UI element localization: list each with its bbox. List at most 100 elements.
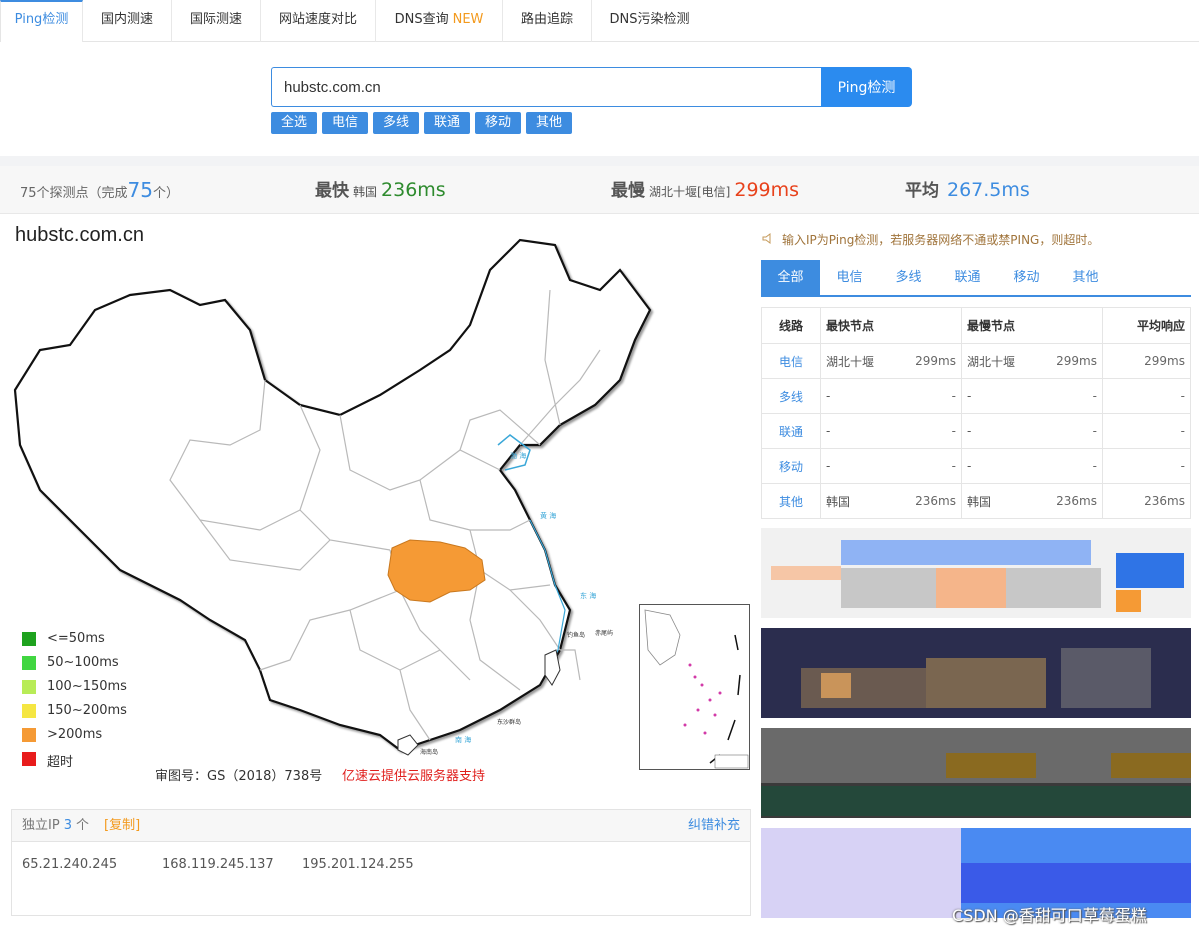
table-row: 电信 湖北十堰 299ms 湖北十堰 299ms 299ms bbox=[761, 343, 1191, 379]
legend-swatch bbox=[22, 656, 36, 670]
filter-other[interactable]: 其他 bbox=[526, 112, 572, 134]
ping-notice: 输入IP为Ping检测，若服务器网络不通或禁PING，则超时。 bbox=[762, 231, 1099, 248]
legend-swatch bbox=[22, 728, 36, 742]
svg-text:海南岛: 海南岛 bbox=[420, 748, 438, 756]
legend-item: 超时 bbox=[22, 750, 162, 770]
ip-address: 195.201.124.255 bbox=[302, 857, 414, 872]
rtab-other[interactable]: 其他 bbox=[1056, 260, 1115, 296]
row-fast-ms: 236ms bbox=[895, 483, 962, 519]
tab-site-compare[interactable]: 网站速度对比 bbox=[261, 0, 376, 42]
row-avg: - bbox=[1102, 413, 1191, 449]
row-slow-node: 韩国 bbox=[960, 483, 1037, 519]
tab-label: DNS查询 bbox=[394, 12, 449, 27]
svg-text:东沙群岛: 东沙群岛 bbox=[497, 718, 521, 726]
filter-mobile[interactable]: 移动 bbox=[475, 112, 521, 134]
tab-dns-pollution[interactable]: DNS污染检测 bbox=[592, 0, 707, 42]
legend-item: 100~150ms bbox=[22, 678, 162, 694]
speaker-icon bbox=[762, 233, 774, 247]
stat-average: 平均 267.5ms bbox=[905, 166, 1030, 216]
table-row: 其他 韩国 236ms 韩国 236ms 236ms bbox=[761, 483, 1191, 519]
legend-item: 50~100ms bbox=[22, 654, 162, 670]
row-slow-ms: 236ms bbox=[1036, 483, 1103, 519]
divider bbox=[0, 156, 1199, 166]
unique-ip-box: 独立IP 3 个 [复制] 纠错补充 65.21.240.245 168.119.2… bbox=[11, 809, 751, 916]
south-sea-inset-map bbox=[639, 604, 750, 770]
probe-count: 75个探测点（完成75个） bbox=[20, 166, 179, 218]
copy-ip-button[interactable]: [复制] bbox=[104, 810, 140, 842]
search-area: Ping检测 全选 电信 多线 联通 移动 其他 bbox=[0, 42, 1199, 156]
col-slowest: 最慢节点 bbox=[960, 307, 1104, 344]
fastest-label: 最快 bbox=[315, 181, 349, 201]
row-fast-node: - bbox=[819, 413, 896, 449]
row-line-link[interactable]: 电信 bbox=[761, 343, 821, 379]
row-line-link[interactable]: 联通 bbox=[761, 413, 821, 449]
table-header-row: 线路 最快节点 最慢节点 平均响应 bbox=[761, 307, 1191, 344]
average-value: 267.5ms bbox=[947, 179, 1030, 201]
ip-count: 3 bbox=[63, 818, 72, 833]
ip-unit: 个 bbox=[75, 818, 89, 833]
tab-intl-speed[interactable]: 国际测速 bbox=[172, 0, 261, 42]
tab-label: 路由追踪 bbox=[520, 12, 573, 27]
row-fast-ms: - bbox=[895, 413, 962, 449]
row-slow-node: - bbox=[960, 448, 1037, 484]
legend-label: <=50ms bbox=[47, 631, 105, 646]
sponsor-link[interactable]: 亿速云提供云服务器支持 bbox=[342, 765, 485, 784]
row-avg: - bbox=[1102, 378, 1191, 414]
filter-unicom[interactable]: 联通 bbox=[424, 112, 470, 134]
tab-traceroute[interactable]: 路由追踪 bbox=[503, 0, 592, 42]
slowest-value: 299ms bbox=[734, 179, 800, 201]
ad-banner-2[interactable] bbox=[761, 628, 1191, 718]
svg-text:东 海: 东 海 bbox=[580, 591, 596, 600]
filter-telecom[interactable]: 电信 bbox=[322, 112, 368, 134]
tab-label: 国际测速 bbox=[189, 12, 242, 27]
row-avg: - bbox=[1102, 448, 1191, 484]
row-slow-ms: 299ms bbox=[1036, 343, 1103, 379]
legend-label: >200ms bbox=[47, 727, 103, 742]
rtab-mobile[interactable]: 移动 bbox=[997, 260, 1056, 296]
legend-swatch bbox=[22, 680, 36, 694]
stat-fastest: 最快 韩国 236ms bbox=[315, 166, 446, 216]
row-fast-node: - bbox=[819, 448, 896, 484]
row-line-link[interactable]: 其他 bbox=[761, 483, 821, 519]
table-row: 多线 - - - - - bbox=[761, 378, 1191, 414]
row-line-link[interactable]: 多线 bbox=[761, 378, 821, 414]
ping-button[interactable]: Ping检测 bbox=[821, 67, 912, 107]
legend-item: >200ms bbox=[22, 726, 162, 742]
fastest-value: 236ms bbox=[381, 179, 446, 201]
slowest-label: 最慢 bbox=[611, 181, 645, 201]
rtab-multiline[interactable]: 多线 bbox=[879, 260, 938, 296]
tab-ping[interactable]: Ping检测 bbox=[0, 0, 83, 43]
line-summary-table: 线路 最快节点 最慢节点 平均响应 电信 湖北十堰 299ms 湖北十堰 299… bbox=[761, 307, 1191, 519]
legend-label: 超时 bbox=[47, 755, 74, 770]
tab-label: Ping检测 bbox=[14, 12, 69, 27]
filter-all[interactable]: 全选 bbox=[271, 112, 317, 134]
rtab-telecom[interactable]: 电信 bbox=[820, 260, 879, 296]
map-approval-number: 审图号：GS（2018）738号 bbox=[155, 769, 323, 784]
table-row: 移动 - - - - - bbox=[761, 448, 1191, 484]
legend-label: 150~200ms bbox=[47, 703, 127, 718]
ip-title-label: 独立IP bbox=[22, 818, 60, 833]
line-type-tabs: 全部 电信 多线 联通 移动 其他 bbox=[761, 260, 1191, 297]
rtab-all[interactable]: 全部 bbox=[761, 260, 820, 296]
svg-text:南 海: 南 海 bbox=[455, 735, 471, 744]
ad-banner-3[interactable] bbox=[761, 728, 1191, 818]
row-fast-ms: 299ms bbox=[895, 343, 962, 379]
ad-banner-1[interactable] bbox=[761, 528, 1191, 618]
tab-dns-query[interactable]: DNS查询 NEW bbox=[376, 0, 503, 42]
row-line-link[interactable]: 移动 bbox=[761, 448, 821, 484]
svg-text:渤 海: 渤 海 bbox=[510, 451, 526, 460]
row-slow-ms: - bbox=[1036, 413, 1103, 449]
tab-domestic-speed[interactable]: 国内测速 bbox=[83, 0, 172, 42]
rtab-unicom[interactable]: 联通 bbox=[938, 260, 997, 296]
fastest-location: 韩国 bbox=[353, 185, 378, 199]
table-row: 联通 - - - - - bbox=[761, 413, 1191, 449]
search-input[interactable] bbox=[271, 67, 822, 107]
stat-slowest: 最慢 湖北十堰[电信] 299ms bbox=[611, 166, 799, 216]
row-slow-node: - bbox=[960, 413, 1037, 449]
ip-box-header: 独立IP 3 个 [复制] 纠错补充 bbox=[12, 810, 750, 842]
row-avg: 236ms bbox=[1102, 483, 1191, 519]
legend-label: 50~100ms bbox=[47, 655, 119, 670]
probe-count-prefix: 75个探测点（完成 bbox=[20, 186, 128, 201]
filter-multiline[interactable]: 多线 bbox=[373, 112, 419, 134]
report-correction-link[interactable]: 纠错补充 bbox=[688, 810, 740, 842]
